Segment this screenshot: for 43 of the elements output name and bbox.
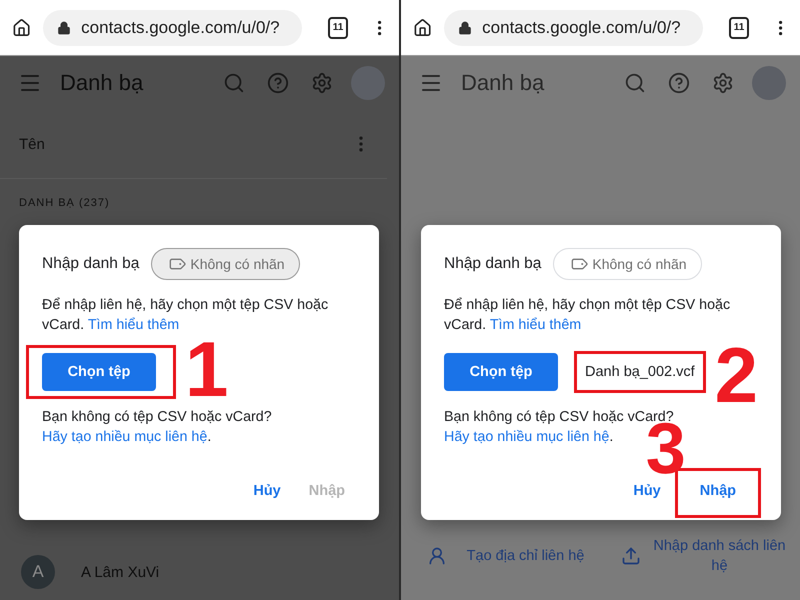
address-bar[interactable]: contacts.google.com/u/0/? (444, 10, 704, 46)
dialog-title: Nhập danh bạ (444, 255, 542, 273)
sort-label: Tên (19, 136, 45, 152)
search-icon[interactable] (624, 72, 646, 94)
upload-icon (620, 546, 640, 566)
choose-file-button[interactable]: Chọn tệp (42, 353, 156, 391)
help-icon[interactable] (267, 72, 289, 94)
intro-text: Để nhập liên hệ, hãy chọn một tệp CSV hoặc vCard. Tìm hiểu thêm (444, 296, 732, 335)
label-chip[interactable]: Không có nhãn (553, 248, 702, 280)
create-contacts-link[interactable]: Hãy tạo nhiều mục liên hệ (444, 429, 610, 445)
settings-icon[interactable] (311, 72, 333, 94)
home-icon[interactable] (413, 16, 432, 38)
choose-file-button[interactable]: Chọn tệp (444, 353, 558, 391)
home-icon[interactable] (12, 16, 32, 38)
learn-more-link[interactable]: Tìm hiểu thêm (490, 317, 582, 333)
cancel-button[interactable]: Hủy (239, 475, 295, 507)
file-name: Danh bạ_002.vcf (585, 364, 695, 380)
dialog-title: Nhập danh bạ (42, 255, 140, 273)
step-number: 2 (714, 336, 758, 414)
learn-more-link[interactable]: Tìm hiểu thêm (88, 317, 180, 333)
url-text: contacts.google.com/u/0/? (81, 18, 280, 38)
search-icon[interactable] (223, 72, 245, 94)
import-button[interactable]: Nhập (686, 475, 750, 507)
action-link[interactable]: Nhập danh sách liên hệ (620, 536, 788, 576)
action-link[interactable]: Tạo địa chỉ liên hệ (426, 536, 594, 576)
tab-count[interactable]: 11 (328, 16, 348, 38)
cancel-button[interactable]: Hủy (619, 475, 675, 507)
contact-name[interactable]: A Lâm XuVi (81, 564, 160, 580)
app-title: Danh bạ (461, 70, 546, 96)
note-text: Bạn không có tệp CSV hoặc vCard? Hãy tạo nhiều mục liên hệ. (42, 408, 273, 447)
create-contacts-link[interactable]: Hãy tạo nhiều mục liên hệ (42, 429, 208, 445)
person-icon (426, 546, 446, 566)
settings-icon[interactable] (712, 72, 734, 94)
help-icon[interactable] (668, 72, 690, 94)
lock-icon (57, 20, 72, 34)
contact-avatar: A (21, 555, 55, 589)
lock-icon (458, 20, 472, 34)
app-title: Danh bạ (60, 70, 144, 96)
url-text: contacts.google.com/u/0/? (482, 18, 681, 38)
label-chip[interactable]: Không có nhãn (151, 248, 300, 280)
address-bar[interactable]: contacts.google.com/u/0/? (43, 10, 302, 46)
section-heading: DANH BẠ (237) (19, 197, 111, 209)
tab-count[interactable]: 11 (729, 16, 749, 38)
